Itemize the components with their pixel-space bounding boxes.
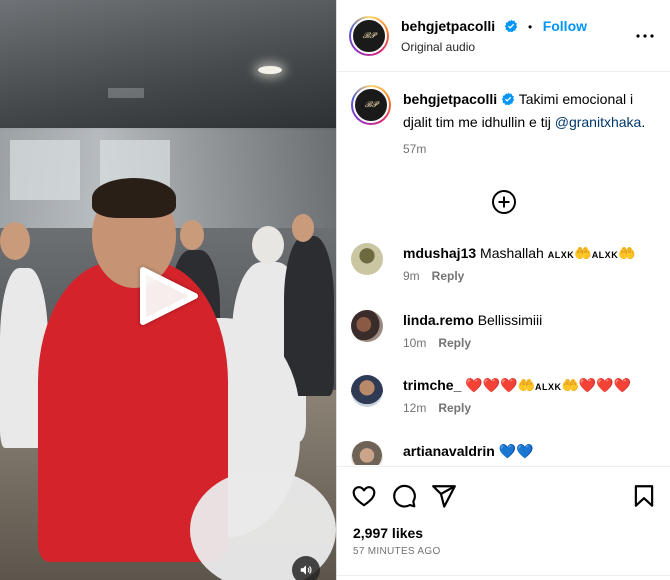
comment-text: mdushaj13 Mashallah ALXK🤲ALXK🤲 (403, 243, 653, 265)
video-background-light (258, 66, 282, 74)
video-background-window (10, 140, 80, 200)
comment-age[interactable]: 12m (403, 401, 426, 415)
avatar-signature: 𝓑𝓟 (364, 100, 378, 109)
video-person-head (292, 214, 314, 242)
comment-content: Bellissimiii (477, 312, 543, 328)
commenter-avatar[interactable] (351, 441, 383, 465)
verified-badge-icon (501, 91, 515, 112)
post-sidebar: 𝓑𝓟 behgjetpacolli • Follow Original audi… (336, 0, 670, 580)
commenter-avatar[interactable] (351, 375, 383, 407)
comments-section[interactable]: 𝓑𝓟 behgjetpacolli Takimi emocional i dja… (337, 73, 670, 465)
video-person-hair (92, 178, 176, 218)
comment-tag: ALXK (534, 382, 562, 392)
header-separator: • (528, 20, 533, 34)
video-person-head (180, 220, 204, 250)
caption-text: behgjetpacolli Takimi emocional i djalit… (403, 89, 653, 160)
comment-icon (393, 484, 416, 508)
caption-author-avatar[interactable]: 𝓑𝓟 (351, 85, 391, 125)
comment-meta: 10m Reply (403, 336, 471, 350)
video-person-head (0, 222, 30, 260)
audio-label[interactable]: Original audio (401, 40, 475, 54)
video-background-ceiling (0, 0, 336, 130)
play-icon (140, 267, 198, 325)
author-username[interactable]: behgjetpacolli (401, 18, 495, 34)
bookmark-icon (634, 485, 654, 507)
reply-button[interactable]: Reply (438, 401, 471, 415)
commenter-username[interactable]: artianavaldrin (403, 443, 495, 459)
hearts-emoji: ❤️❤️❤️ (465, 377, 518, 393)
likes-count[interactable]: 2,997 likes (353, 525, 423, 541)
comment-word: Mashallah (480, 245, 544, 261)
verified-badge-icon (504, 19, 518, 38)
hands-emoji: 🤲 (574, 245, 592, 261)
reply-button[interactable]: Reply (438, 336, 471, 350)
heart-icon (352, 486, 376, 507)
post-timestamp[interactable]: 57 MINUTES AGO (353, 546, 441, 557)
caption-age[interactable]: 57m (403, 139, 653, 160)
more-options-button[interactable] (633, 24, 657, 48)
comment-content: Mashallah ALXK🤲ALXK🤲 (480, 245, 636, 261)
plus-circle-icon (492, 190, 516, 214)
reply-button[interactable]: Reply (432, 269, 465, 283)
video-background-vent (108, 88, 144, 98)
post-video[interactable] (0, 0, 336, 580)
comment-tag: ALXK (591, 250, 619, 260)
load-more-comments-button[interactable] (491, 189, 517, 215)
like-button[interactable] (351, 483, 377, 509)
comment-age[interactable]: 9m (403, 269, 420, 283)
comment-meta: 9m Reply (403, 269, 464, 283)
commenter-avatar[interactable] (351, 243, 383, 275)
share-icon (432, 485, 456, 508)
play-button[interactable] (137, 264, 201, 328)
comment-text: artianavaldrin 💙💙 (403, 441, 653, 461)
caption-mention-link[interactable]: @granitxhaka (555, 114, 642, 130)
share-button[interactable] (431, 483, 457, 509)
author-line: behgjetpacolli • Follow (401, 18, 587, 38)
hands-emoji: 🤲 (561, 377, 579, 393)
comment-age[interactable]: 10m (403, 336, 426, 350)
audio-toggle-button[interactable] (292, 556, 320, 580)
hands-emoji: 🤲 (618, 245, 636, 261)
hearts-emoji: ❤️❤️❤️ (578, 377, 632, 393)
more-options-icon (636, 34, 654, 38)
comment-content: ❤️❤️❤️🤲ALXK🤲❤️❤️❤️ (465, 377, 631, 393)
commenter-username[interactable]: linda.remo (403, 312, 474, 328)
caption-period: . (641, 114, 646, 130)
post-header: 𝓑𝓟 behgjetpacolli • Follow Original audi… (337, 0, 670, 72)
commenter-avatar[interactable] (351, 310, 383, 342)
author-avatar-image: 𝓑𝓟 (351, 18, 387, 54)
avatar-signature: 𝓑𝓟 (362, 31, 376, 40)
comment-tag: ALXK (547, 250, 575, 260)
comment-text: linda.remo Bellissimiii (403, 310, 653, 330)
commenter-username[interactable]: trimche_ (403, 377, 461, 393)
comment-meta: 12m Reply (403, 401, 471, 415)
save-button[interactable] (631, 483, 657, 509)
video-person-head (252, 226, 284, 264)
caption-username[interactable]: behgjetpacolli (403, 91, 497, 107)
hands-emoji: 🤲 (517, 377, 535, 393)
comment-button[interactable] (391, 483, 417, 509)
author-avatar[interactable]: 𝓑𝓟 (349, 16, 389, 56)
add-comment-divider (337, 575, 670, 580)
follow-button[interactable]: Follow (543, 18, 587, 34)
post-actions: 2,997 likes 57 MINUTES AGO (337, 466, 670, 580)
speaker-icon (300, 565, 312, 575)
comment-text: trimche_ ❤️❤️❤️🤲ALXK🤲❤️❤️❤️ (403, 375, 653, 397)
author-avatar-image: 𝓑𝓟 (353, 87, 389, 123)
blue-hearts-emoji: 💙💙 (498, 443, 534, 459)
commenter-username[interactable]: mdushaj13 (403, 245, 476, 261)
